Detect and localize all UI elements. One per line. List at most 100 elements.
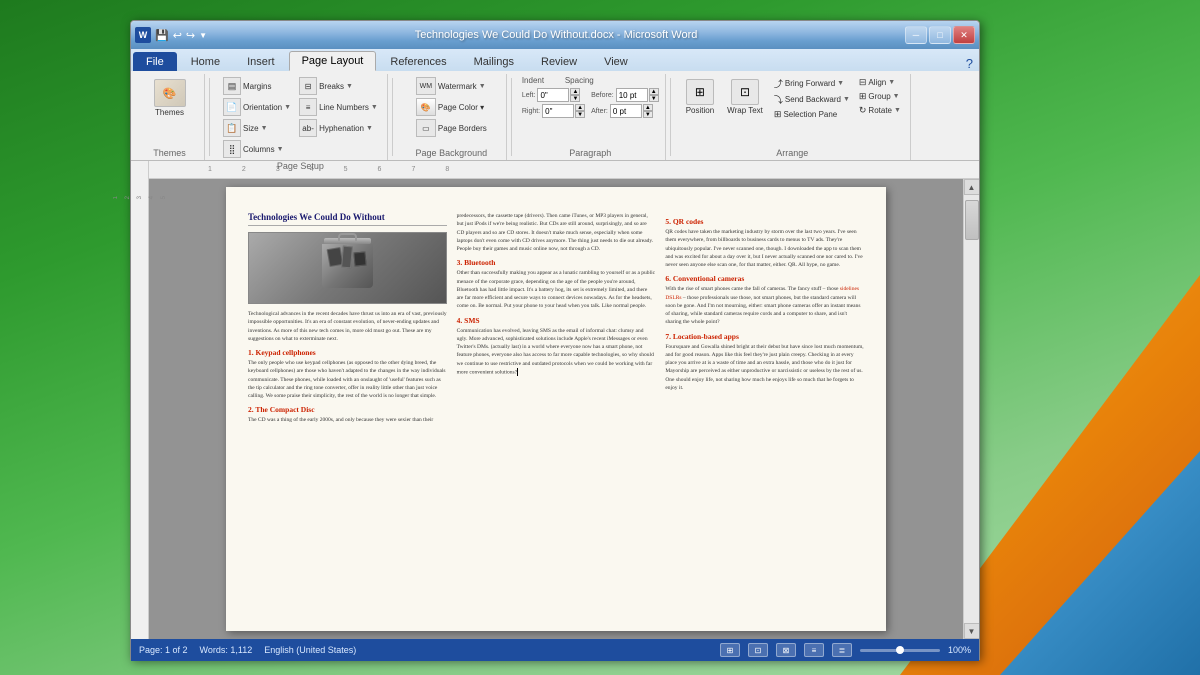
main-area: 1 2 3 4 5 1 2 3 4 5 6 7 [131, 161, 979, 639]
tab-references[interactable]: References [377, 52, 459, 71]
spacing-before-arrows[interactable]: ▲ ▼ [649, 88, 659, 102]
margins-button[interactable]: ▤ Margins [220, 76, 294, 96]
tab-view[interactable]: View [591, 52, 641, 71]
print-layout-view-button[interactable]: ⊞ [720, 643, 740, 657]
full-screen-view-button[interactable]: ⊡ [748, 643, 768, 657]
tab-review[interactable]: Review [528, 52, 590, 71]
spacing-after-down[interactable]: ▼ [643, 111, 653, 118]
selection-pane-button[interactable]: ⊞ Selection Pane [771, 108, 853, 121]
indent-left-down[interactable]: ▼ [570, 95, 580, 102]
rotate-button[interactable]: ↻ Rotate ▼ [856, 104, 904, 117]
column-2: predecessors, the cassette tape (drivers… [457, 212, 656, 428]
word-page[interactable]: Technologies We Could Do Without [226, 187, 886, 631]
tab-page-layout[interactable]: Page Layout [289, 51, 377, 71]
close-button[interactable]: ✕ [953, 26, 975, 44]
indent-left-value[interactable]: 0" [537, 88, 569, 102]
size-button[interactable]: 📋 Size ▼ [220, 118, 294, 138]
zoom-thumb[interactable] [896, 646, 904, 654]
columns-button[interactable]: ⣿ Columns ▼ [220, 139, 294, 159]
breaks-label: Breaks [319, 82, 344, 91]
section-6-text: With the rise of smart phones came the f… [665, 285, 864, 326]
indent-right-arrows[interactable]: ▲ ▼ [575, 104, 585, 118]
ribbon-help-icon[interactable]: ? [966, 56, 973, 71]
tab-file[interactable]: File [133, 52, 177, 71]
tab-mailings[interactable]: Mailings [461, 52, 527, 71]
section-3-text: Other than successfully making you appea… [457, 269, 656, 310]
indent-left-up[interactable]: ▲ [570, 88, 580, 95]
desktop: W 💾 ↩ ↪ ▼ Technologies We Could Do Witho… [0, 0, 1200, 675]
maximize-button[interactable]: □ [929, 26, 951, 44]
group-button[interactable]: ⊞ Group ▼ [856, 90, 904, 103]
spacing-before-up[interactable]: ▲ [649, 88, 659, 95]
trash-handle [338, 233, 357, 241]
arrange-group-label: Arrange [681, 146, 904, 158]
page-borders-button[interactable]: ▭ Page Borders [413, 118, 490, 138]
redo-icon[interactable]: ↪ [186, 29, 195, 42]
spacing-before-control[interactable]: 10 pt ▲ ▼ [616, 88, 659, 102]
line-numbers-button[interactable]: ≡ Line Numbers ▼ [296, 97, 381, 117]
position-icon: ⊞ [686, 79, 714, 105]
indent-right-value[interactable]: 0" [542, 104, 574, 118]
ribbon-group-paragraph: Indent Spacing Left: 0" ▲ ▼ [516, 74, 666, 160]
right-label: Right: [522, 108, 540, 115]
indent-right-down[interactable]: ▼ [575, 111, 585, 118]
tab-home[interactable]: Home [178, 52, 233, 71]
undo-icon[interactable]: ↩ [173, 29, 182, 42]
scroll-up-button[interactable]: ▲ [964, 179, 980, 195]
section-7-heading: 7. Location-based apps [665, 332, 864, 341]
scroll-track[interactable] [964, 195, 979, 623]
page-count: Page: 1 of 2 [139, 645, 188, 655]
language: English (United States) [264, 645, 356, 655]
spacing-after-up[interactable]: ▲ [643, 104, 653, 111]
hyphenation-icon: ab- [299, 119, 317, 137]
save-icon[interactable]: 💾 [155, 29, 169, 42]
title-bar-controls: ─ □ ✕ [905, 26, 975, 44]
title-bar-title: Technologies We Could Do Without.docx - … [415, 29, 698, 41]
section-3-heading: 3. Bluetooth [457, 258, 656, 267]
qa-dropdown-icon[interactable]: ▼ [199, 31, 207, 40]
page-columns: Technologies We Could Do Without [248, 212, 864, 428]
spacing-before-down[interactable]: ▼ [649, 95, 659, 102]
tab-insert[interactable]: Insert [234, 52, 288, 71]
watermark-label: Watermark [438, 82, 477, 91]
hyphenation-button[interactable]: ab- Hyphenation ▼ [296, 118, 381, 138]
device-3 [353, 252, 366, 267]
send-backward-button[interactable]: ⤵ Send Backward ▼ [771, 92, 853, 107]
zoom-slider[interactable] [860, 649, 940, 652]
page-setup-group-label: Page Setup [220, 159, 381, 171]
spacing-after-arrows[interactable]: ▲ ▼ [643, 104, 653, 118]
draft-view-button[interactable]: ≣ [832, 643, 852, 657]
bring-forward-button[interactable]: ⤴ Bring Forward ▼ [771, 76, 853, 91]
indent-left-control[interactable]: 0" ▲ ▼ [537, 88, 580, 102]
watermark-button[interactable]: WM Watermark ▼ [413, 76, 489, 96]
indent-right-up[interactable]: ▲ [575, 104, 585, 111]
indent-left-arrows[interactable]: ▲ ▼ [570, 88, 580, 102]
columns-dropdown-icon: ▼ [277, 146, 284, 153]
scroll-thumb[interactable] [965, 200, 979, 240]
page-color-button[interactable]: 🎨 Page Color ▾ [413, 97, 487, 117]
web-layout-view-button[interactable]: ⊠ [776, 643, 796, 657]
orientation-button[interactable]: 📄 Orientation ▼ [220, 97, 294, 117]
spacing-before-value[interactable]: 10 pt [616, 88, 648, 102]
after-label: After: [591, 108, 608, 115]
indent-right-control[interactable]: 0" ▲ ▼ [542, 104, 585, 118]
group-icon: ⊞ [859, 91, 867, 102]
rotate-label: Rotate [868, 106, 892, 115]
outline-view-button[interactable]: ≡ [804, 643, 824, 657]
themes-icon: 🎨 [154, 79, 186, 107]
sep3 [511, 78, 512, 156]
themes-button[interactable]: 🎨 Themes [149, 76, 191, 120]
position-button[interactable]: ⊞ Position [681, 76, 719, 118]
sep4 [670, 78, 671, 156]
scroll-down-button[interactable]: ▼ [964, 623, 980, 639]
spacing-after-value[interactable]: 0 pt [610, 104, 642, 118]
group-label: Group [868, 92, 890, 101]
spacing-after-control[interactable]: 0 pt ▲ ▼ [610, 104, 653, 118]
left-label: Left: [522, 92, 536, 99]
breaks-button[interactable]: ⊟ Breaks ▼ [296, 76, 381, 96]
align-button[interactable]: ⊟ Align ▼ [856, 76, 904, 89]
minimize-button[interactable]: ─ [905, 26, 927, 44]
column-1: Technologies We Could Do Without [248, 212, 447, 428]
red-text-cameras: sidelines DSLRs [665, 286, 859, 300]
wrap-text-button[interactable]: ⊡ Wrap Text [722, 76, 768, 118]
